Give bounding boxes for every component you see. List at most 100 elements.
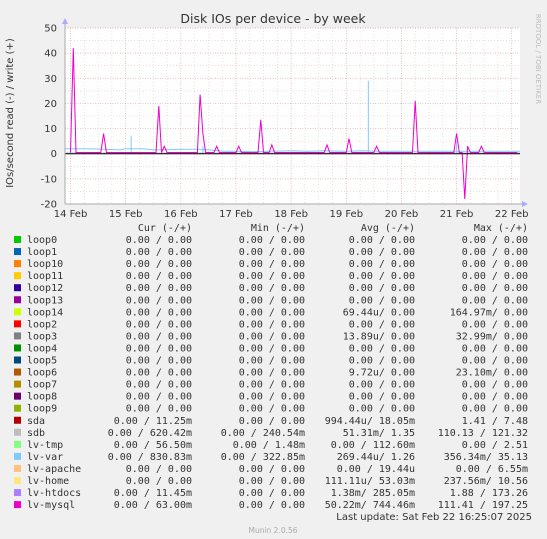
legend-swatch [14,392,21,400]
legend-value-min: 0.00 / 0.00 [239,368,305,379]
legend-value-min: 0.00 / 0.00 [239,404,305,415]
legend-series-name: loop4 [27,343,57,354]
legend-swatch [14,380,21,388]
legend-value-cur: 0.00 / 0.00 [126,404,192,415]
legend-value-avg: 9.72u/ 0.00 [349,368,415,379]
legend-swatch [14,296,21,304]
legend-value-min: 0.00 / 0.00 [239,283,305,294]
legend-series-name: lv-var [27,452,63,463]
munin-version: Munin 2.0.56 [248,526,297,535]
legend-value-max: 0.00 / 0.00 [462,271,528,282]
plot-area [65,28,520,204]
legend-value-min: 0.00 / 0.00 [239,235,305,246]
x-tick-label: 19 Feb [329,209,363,220]
legend-series-name: loop14 [27,307,63,318]
legend-series-name: lv-apache [27,464,81,475]
legend-value-avg: 0.00 / 0.00 [349,356,415,367]
legend-series-name: loop0 [27,235,57,246]
y-tick-label: 10 [44,124,57,135]
legend-swatch [14,477,21,484]
legend-swatch [14,464,21,472]
legend-swatch [14,308,21,316]
legend-value-min: 0.00 / 322.85m [221,452,305,463]
last-update-text: Last update: Sat Feb 22 16:25:07 2025 [336,512,532,523]
legend-value-max: 1.88 / 173.26 [450,488,528,499]
legend-swatch [14,452,21,460]
legend-swatch [14,356,21,364]
legend-series-name: lv-tmp [27,440,63,451]
legend-series-name: loop3 [27,331,57,342]
legend-swatch [14,272,21,280]
x-tick-label: 15 Feb [109,209,143,220]
legend-swatch [14,489,21,497]
legend-value-cur: 0.00 / 0.00 [126,247,192,258]
legend-value-cur: 0.00 / 63.00m [114,500,192,511]
legend-value-max: 0.00 / 0.00 [462,283,528,294]
x-tick-label: 21 Feb [440,209,474,220]
legend-swatch [14,320,21,328]
y-tick-label: 20 [44,99,57,110]
legend-value-min: 0.00 / 0.00 [239,416,305,427]
legend-value-min: 0.00 / 0.00 [239,392,305,403]
legend-swatch [14,428,21,436]
legend-value-cur: 0.00 / 0.00 [126,271,192,282]
legend-value-max: 32.99m/ 0.00 [456,331,528,342]
legend-value-cur: 0.00 / 0.00 [126,476,192,487]
legend-column-header: Min (-/+) [251,223,305,234]
legend-column-header: Avg (-/+) [361,223,415,234]
legend-value-avg: 0.00 / 0.00 [349,404,415,415]
legend-value-min: 0.00 / 0.00 [239,476,305,487]
legend-value-avg: 0.00 / 0.00 [349,392,415,403]
legend-value-max: 0.00 / 0.00 [462,356,528,367]
legend-value-cur: 0.00 / 11.25m [114,416,192,427]
legend-value-min: 0.00 / 240.54m [221,428,305,439]
legend-value-min: 0.00 / 0.00 [239,271,305,282]
legend-value-max: 356.34m/ 35.13 [444,452,528,463]
legend-value-cur: 0.00 / 0.00 [126,319,192,330]
legend-value-cur: 0.00 / 0.00 [126,356,192,367]
legend-value-cur: 0.00 / 56.50m [114,440,192,451]
legend-value-avg: 50.22m/ 744.46m [325,500,415,511]
legend-value-avg: 69.44u/ 0.00 [343,307,415,318]
legend-value-max: 0.00 / 0.00 [462,295,528,306]
x-tick-label: 17 Feb [219,209,253,220]
legend-value-cur: 0.00 / 0.00 [126,368,192,379]
legend-value-cur: 0.00 / 0.00 [126,380,192,391]
legend-value-cur: 0.00 / 0.00 [126,259,192,270]
legend-value-cur: 0.00 / 0.00 [126,295,192,306]
legend-value-cur: 0.00 / 0.00 [126,343,192,354]
legend-value-avg: 0.00 / 0.00 [349,259,415,270]
legend-series-name: loop11 [27,271,63,282]
legend-value-cur: 0.00 / 0.00 [126,392,192,403]
legend-value-max: 110.13 / 121.32 [438,428,528,439]
legend-value-max: 237.56m/ 10.56 [444,476,528,487]
legend-value-max: 1.41 / 7.48 [462,416,528,427]
legend-series-name: sdb [27,428,45,439]
legend-value-max: 23.10m/ 0.00 [456,368,528,379]
y-tick-label: 30 [44,74,57,85]
legend-column-header: Max (-/+) [474,223,528,234]
legend-value-avg: 0.00 / 19.44u [337,464,415,475]
y-tick-label: 50 [44,24,57,35]
legend-series-name: lv-htdocs [27,488,81,499]
legend-value-cur: 0.00 / 0.00 [126,283,192,294]
legend-series-name: loop8 [27,392,57,403]
legend-series-name: loop13 [27,295,63,306]
disk-io-chart: Disk IOs per device - by week IOs/second… [0,0,547,539]
legend-value-max: 0.00 / 0.00 [462,247,528,258]
legend-swatch [14,368,21,376]
legend-series-name: loop9 [27,404,57,415]
legend-value-avg: 0.00 / 0.00 [349,283,415,294]
legend-swatch [14,236,21,243]
y-tick-label: -10 [41,174,57,185]
rrdtool-credit: RRDTOOL / TOBI OETIKER [534,14,542,104]
legend-value-min: 0.00 / 0.00 [239,464,305,475]
x-tick-label: 22 Feb [495,209,529,220]
legend-swatch [14,416,21,424]
legend-value-max: 0.00 / 0.00 [462,404,528,415]
legend-value-cur: 0.00 / 11.45m [114,488,192,499]
legend-value-max: 0.00 / 6.55m [456,464,528,475]
legend-value-min: 0.00 / 0.00 [239,331,305,342]
legend-value-avg: 0.00 / 0.00 [349,295,415,306]
legend-series-name: loop10 [27,259,63,270]
